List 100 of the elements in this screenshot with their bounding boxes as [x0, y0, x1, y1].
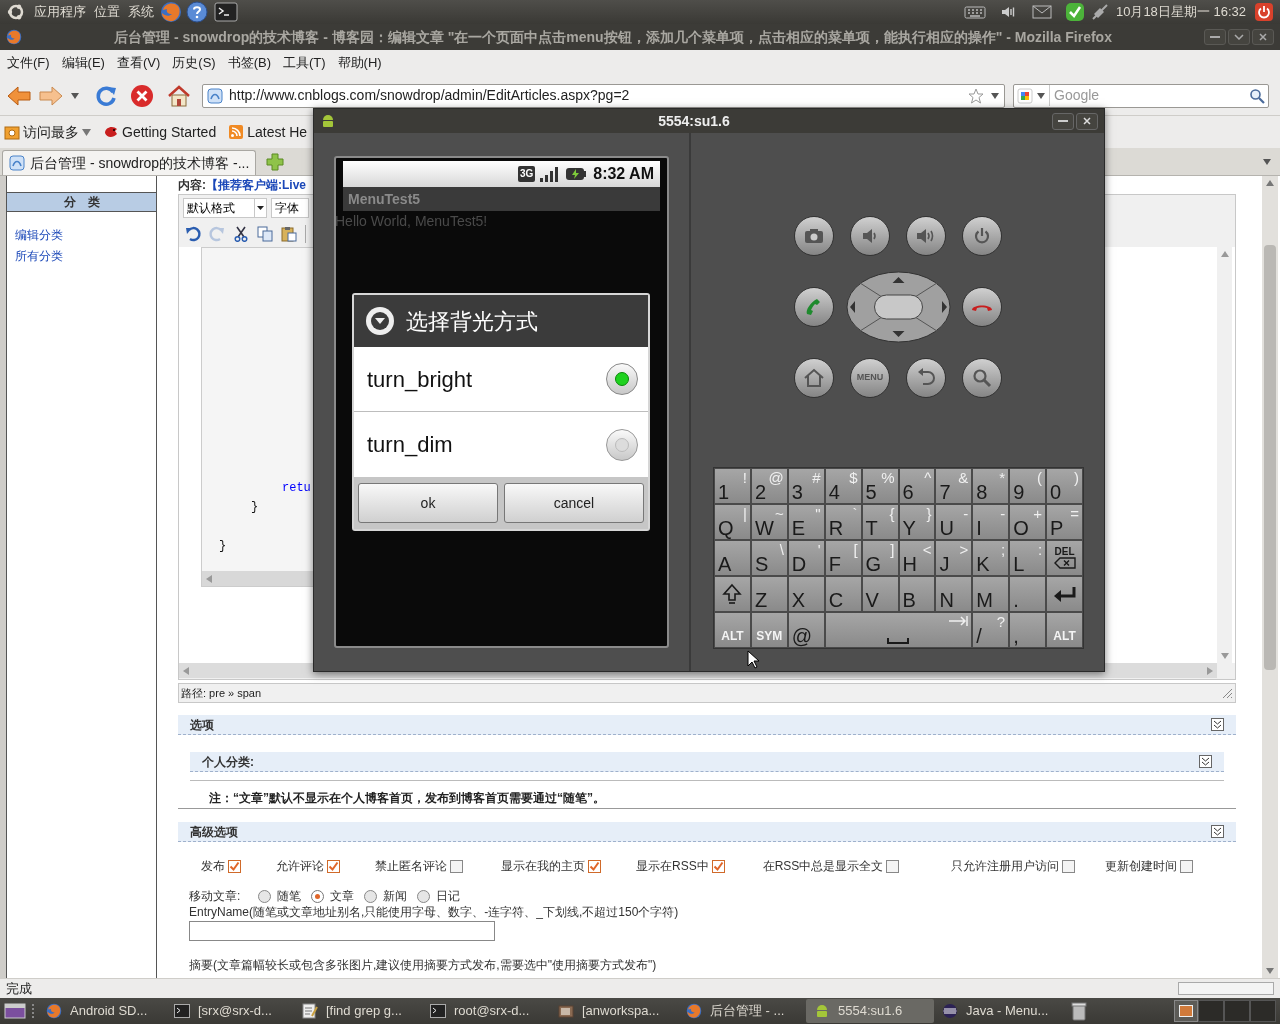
- entryname-input[interactable]: [189, 921, 495, 941]
- scroll-up-icon[interactable]: [1220, 251, 1229, 257]
- keyboard-key[interactable]: I -: [972, 504, 1010, 540]
- menu-item[interactable]: 书签(B): [226, 53, 272, 73]
- menu-item[interactable]: 帮助(H): [336, 53, 383, 73]
- call-button[interactable]: [794, 287, 834, 327]
- checkbox[interactable]: [588, 859, 601, 873]
- checkbox[interactable]: [1180, 859, 1194, 873]
- taskbar-button[interactable]: 后台管理 - ...: [678, 999, 806, 1023]
- collapse-icon[interactable]: [1211, 718, 1224, 731]
- taskbar-button[interactable]: [anworkspa...: [550, 999, 678, 1023]
- menu-item[interactable]: 编辑(E): [60, 53, 106, 73]
- show-desktop-icon[interactable]: [4, 1002, 26, 1020]
- menu-item[interactable]: 历史(S): [171, 53, 217, 73]
- menu-button[interactable]: MENU: [850, 358, 890, 398]
- paste-icon[interactable]: [281, 226, 297, 242]
- radio-button[interactable]: [258, 889, 272, 903]
- keyboard-key[interactable]: P =: [1046, 504, 1083, 540]
- power-icon[interactable]: [1254, 2, 1274, 22]
- camera-button[interactable]: [794, 216, 834, 256]
- taskbar-button[interactable]: [srx@srx-d...: [166, 999, 294, 1023]
- maximize-button[interactable]: [1228, 29, 1250, 45]
- keyboard-key[interactable]: Z: [750, 576, 788, 612]
- minimize-button[interactable]: [1052, 112, 1074, 130]
- dialog-button[interactable]: cancel: [504, 483, 644, 523]
- checkbox[interactable]: [450, 859, 463, 873]
- keyboard-key[interactable]: Q |: [714, 504, 751, 540]
- close-button[interactable]: [1252, 29, 1274, 45]
- workspace-tile[interactable]: [1224, 1000, 1250, 1022]
- radio-button[interactable]: [311, 889, 325, 903]
- workspace-tile[interactable]: [1198, 1000, 1224, 1022]
- keyboard-key[interactable]: W ~: [750, 504, 788, 540]
- mail-icon[interactable]: [1031, 5, 1052, 19]
- panel-menu[interactable]: 应用程序: [34, 2, 86, 22]
- client-link[interactable]: 【推荐客户端:Live: [206, 176, 306, 194]
- dropdown-caret-icon[interactable]: [1262, 158, 1272, 166]
- browser-tab[interactable]: 后台管理 - snowdrop的技术博客 -...: [2, 150, 257, 175]
- copy-icon[interactable]: [257, 226, 273, 242]
- taskbar-button[interactable]: Android SD...: [38, 999, 166, 1023]
- bookmark-link[interactable]: 访问最多: [4, 121, 91, 143]
- search-bar[interactable]: Google: [1013, 83, 1269, 108]
- dialog-button[interactable]: ok: [358, 483, 498, 523]
- checkbox[interactable]: [886, 859, 900, 873]
- font-select[interactable]: 字体: [271, 198, 309, 218]
- checkbox[interactable]: [1062, 859, 1076, 873]
- search-icon[interactable]: [1249, 87, 1265, 104]
- keyboard-key[interactable]: .: [1009, 576, 1047, 612]
- back-button[interactable]: [906, 358, 946, 398]
- keyboard-key[interactable]: [1046, 576, 1083, 612]
- keyboard-key[interactable]: B: [898, 576, 936, 612]
- keyboard-key[interactable]: 6 ^: [898, 468, 936, 504]
- taskbar-button[interactable]: 5554:su1.6: [806, 999, 934, 1023]
- keyboard-key[interactable]: N: [935, 576, 973, 612]
- resize-grip-icon[interactable]: [1221, 687, 1233, 699]
- bookmark-link[interactable]: Getting Started: [103, 121, 217, 143]
- collapse-icon[interactable]: [1211, 825, 1224, 838]
- scroll-down-icon[interactable]: [1220, 653, 1229, 659]
- keyboard-key[interactable]: T {: [861, 504, 899, 540]
- search-field[interactable]: Google: [1049, 85, 1246, 106]
- keyboard-key[interactable]: V: [861, 576, 899, 612]
- keyboard-key[interactable]: C: [824, 576, 862, 612]
- bookmark-link[interactable]: Latest He: [228, 121, 308, 143]
- keyboard-key[interactable]: @: [787, 612, 825, 648]
- radio-button[interactable]: [417, 889, 431, 903]
- checkbox[interactable]: [327, 859, 340, 873]
- keyboard-key[interactable]: / ?: [972, 612, 1010, 648]
- menu-item[interactable]: 查看(V): [115, 53, 162, 73]
- search-engine-icon[interactable]: [1017, 87, 1033, 104]
- keyboard-key[interactable]: 1 !: [714, 468, 751, 504]
- menu-item[interactable]: 文件(F): [6, 53, 51, 73]
- new-tab-plus-icon[interactable]: [266, 153, 285, 171]
- reload-icon[interactable]: [94, 83, 118, 108]
- end-call-button[interactable]: [962, 287, 1002, 327]
- scroll-up-icon[interactable]: [1266, 180, 1274, 186]
- dialog-option[interactable]: turn_dim: [354, 412, 648, 477]
- scroll-down-icon[interactable]: [1266, 968, 1274, 974]
- keyboard-key[interactable]: DEL: [1046, 540, 1083, 576]
- keyboard-key[interactable]: O +: [1009, 504, 1047, 540]
- collapse-icon[interactable]: [1199, 755, 1212, 768]
- keyboard-key[interactable]: 9 (: [1009, 468, 1047, 504]
- undo-icon[interactable]: [185, 226, 201, 242]
- keyboard-key[interactable]: H <: [898, 540, 936, 576]
- page-scrollbar[interactable]: [1262, 176, 1278, 978]
- dialog-option[interactable]: turn_bright: [354, 347, 648, 412]
- ubuntu-logo-icon[interactable]: [6, 2, 26, 22]
- menu-item[interactable]: 工具(T): [282, 53, 327, 73]
- keyboard-key[interactable]: G ]: [861, 540, 899, 576]
- scissors-icon[interactable]: [233, 226, 249, 242]
- keyboard-key[interactable]: L :: [1009, 540, 1047, 576]
- keyboard-key[interactable]: [714, 576, 751, 612]
- radio-button[interactable]: [364, 889, 378, 903]
- keyboard-key[interactable]: Y }: [898, 504, 936, 540]
- volume-down-button[interactable]: [850, 216, 890, 256]
- help-icon[interactable]: [186, 1, 208, 23]
- keyboard-key[interactable]: 0 ): [1046, 468, 1083, 504]
- keyboard-key[interactable]: 4 $: [824, 468, 862, 504]
- keyboard-key[interactable]: F [: [824, 540, 862, 576]
- keyboard-key[interactable]: A: [714, 540, 751, 576]
- checkbox[interactable]: [711, 859, 725, 873]
- trash-icon[interactable]: [1070, 1001, 1088, 1021]
